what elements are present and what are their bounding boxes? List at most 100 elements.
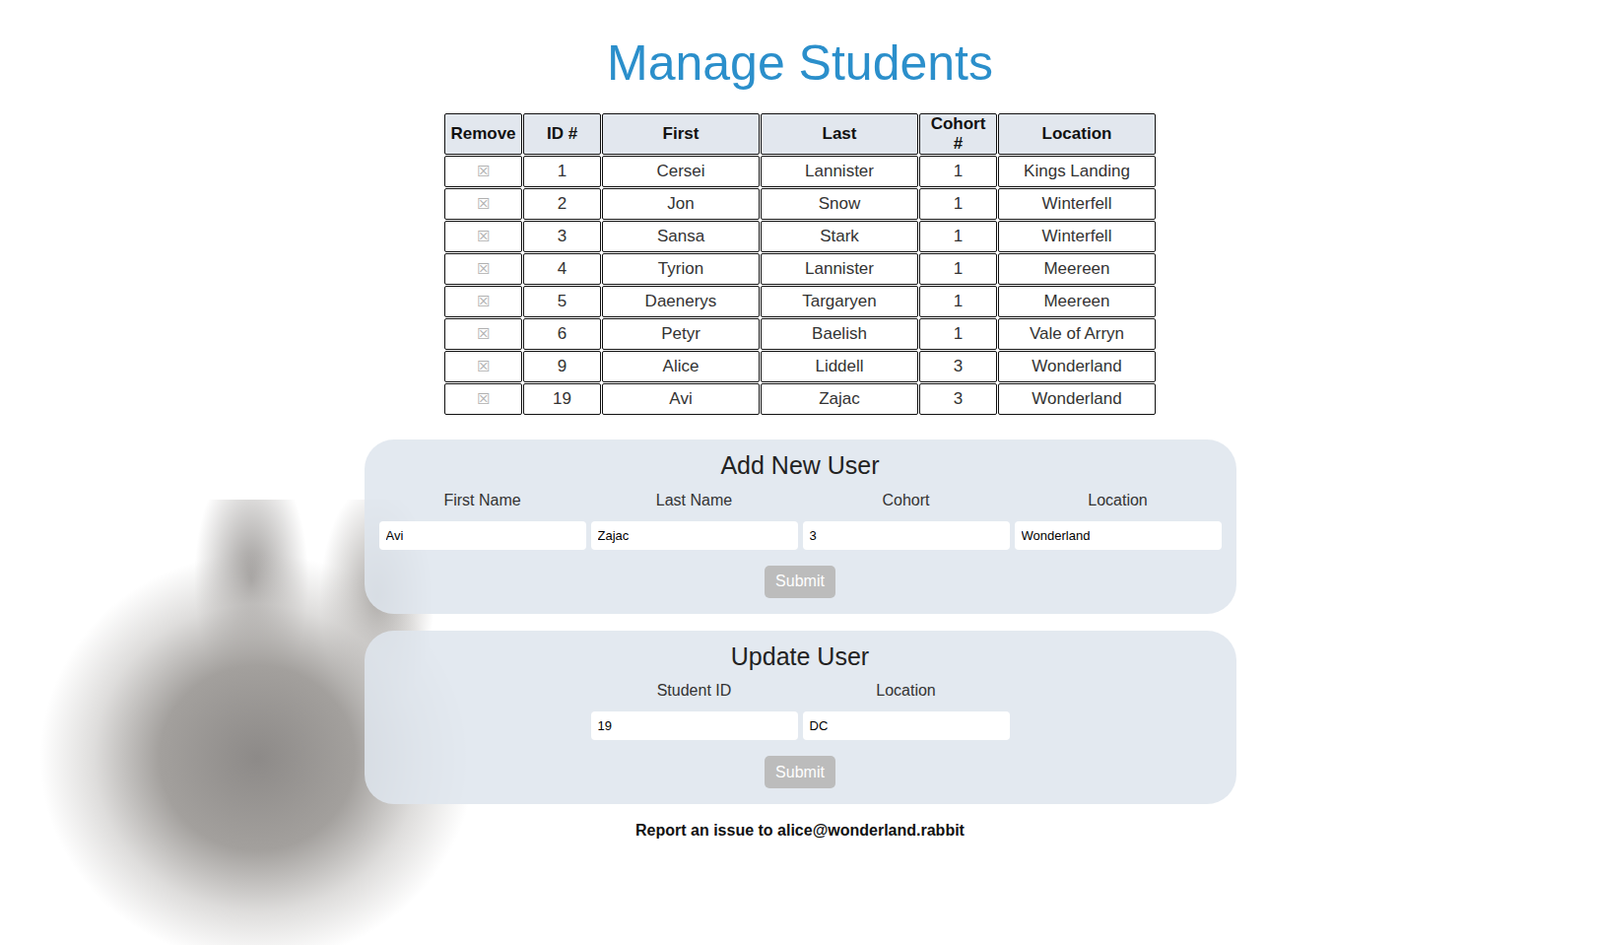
table-cell: 4	[523, 253, 601, 285]
table-cell: Snow	[760, 188, 919, 220]
table-cell: Baelish	[760, 318, 919, 350]
table-cell: Winterfell	[998, 188, 1156, 220]
field-input[interactable]	[1014, 521, 1222, 550]
field-input[interactable]	[379, 521, 587, 550]
table-row: ☒ 19AviZajac3Wonderland	[444, 383, 1156, 415]
remove-cell: ☒	[444, 318, 523, 350]
field-label: Last Name	[656, 489, 733, 512]
table-cell: Petyr	[601, 318, 760, 350]
field-row: First Name Last Name Cohort Location	[379, 489, 1222, 550]
header-row: RemoveID #FirstLastCohort #Location	[444, 113, 1156, 155]
table-cell: 3	[523, 220, 601, 253]
form-field: Last Name	[591, 489, 799, 550]
remove-cell: ☒	[444, 350, 523, 383]
form-field: Cohort	[802, 489, 1010, 550]
table-cell: Cersei	[601, 155, 760, 188]
table-cell: 1	[919, 253, 998, 285]
page: Manage StudentsRemoveID #FirstLastCohort…	[0, 0, 1600, 945]
table-row: ☒ 4TyrionLannister1Meereen	[444, 253, 1156, 285]
column-header: Remove	[444, 113, 523, 155]
remove-icon[interactable]: ☒	[476, 357, 490, 375]
remove-icon[interactable]: ☒	[476, 292, 490, 310]
remove-cell: ☒	[444, 188, 523, 220]
content: Manage StudentsRemoveID #FirstLastCohort…	[364, 0, 1237, 860]
table-row: ☒ 5DaenerysTargaryen1Meereen	[444, 285, 1156, 318]
table-cell: Sansa	[601, 220, 760, 253]
field-label: Cohort	[881, 489, 930, 512]
table-cell: Lannister	[760, 155, 919, 188]
table-cell: 2	[523, 188, 601, 220]
remove-icon[interactable]: ☒	[476, 325, 490, 342]
table-cell: Meereen	[998, 253, 1156, 285]
remove-cell: ☒	[444, 383, 523, 415]
column-header: Location	[998, 113, 1156, 155]
remove-icon[interactable]: ☒	[476, 195, 490, 212]
column-header: Last	[760, 113, 919, 155]
table-row: ☒ 2JonSnow1Winterfell	[444, 188, 1156, 220]
table-row: ☒ 6PetyrBaelish1Vale of Arryn	[444, 318, 1156, 350]
table-cell: Alice	[601, 350, 760, 383]
table-cell: Meereen	[998, 285, 1156, 318]
remove-icon[interactable]: ☒	[476, 227, 490, 245]
table-cell: Targaryen	[760, 285, 919, 318]
table-cell: 5	[523, 285, 601, 318]
table-cell: Liddell	[760, 350, 919, 383]
table-cell: Wonderland	[998, 383, 1156, 415]
panel-title: Add New User	[720, 449, 879, 482]
remove-cell: ☒	[444, 220, 523, 253]
field-input[interactable]	[802, 711, 1010, 740]
table-cell: Stark	[760, 220, 919, 253]
field-label: First Name	[443, 489, 521, 512]
field-label: Student ID	[657, 679, 733, 702]
form-field: Location	[802, 679, 1010, 740]
table-cell: 19	[523, 383, 601, 415]
submit-button[interactable]: Submit	[764, 565, 836, 599]
footer-text: Report an issue to alice@wonderland.rabb…	[635, 821, 965, 840]
field-input[interactable]	[591, 521, 799, 550]
table-cell: Tyrion	[601, 253, 760, 285]
field-label: Location	[1087, 489, 1148, 512]
table-cell: Avi	[601, 383, 760, 415]
remove-icon[interactable]: ☒	[476, 260, 490, 277]
table-cell: 1	[919, 155, 998, 188]
table-cell: 9	[523, 350, 601, 383]
table-cell: 3	[919, 383, 998, 415]
students-table: RemoveID #FirstLastCohort #Location☒1Cer…	[443, 112, 1157, 416]
submit-button[interactable]: Submit	[764, 755, 836, 789]
column-header: First	[601, 113, 760, 155]
field-label: Location	[875, 679, 936, 702]
remove-icon[interactable]: ☒	[476, 162, 490, 180]
table-cell: 1	[919, 285, 998, 318]
table-cell: Vale of Arryn	[998, 318, 1156, 350]
table-cell: Zajac	[760, 383, 919, 415]
table-cell: Daenerys	[601, 285, 760, 318]
form-field: Student ID	[591, 679, 799, 740]
table-cell: 1	[919, 188, 998, 220]
table-cell: 1	[919, 220, 998, 253]
field-input[interactable]	[591, 711, 799, 740]
table-cell: Jon	[601, 188, 760, 220]
form-field: First Name	[379, 489, 587, 550]
table-cell: Lannister	[760, 253, 919, 285]
remove-cell: ☒	[444, 285, 523, 318]
table-cell: Winterfell	[998, 220, 1156, 253]
remove-icon[interactable]: ☒	[476, 390, 490, 407]
table-cell: 1	[919, 318, 998, 350]
table-cell: 1	[523, 155, 601, 188]
update-user-panel: Update User Student ID Location Submit	[364, 630, 1237, 805]
table-row: ☒ 9AliceLiddell3Wonderland	[444, 350, 1156, 383]
page-title: Manage Students	[606, 33, 994, 93]
table-row: ☒1CerseiLannister1Kings Landing	[444, 155, 1156, 188]
table-cell: 6	[523, 318, 601, 350]
panel-title: Update User	[731, 640, 869, 673]
remove-cell: ☒	[444, 155, 523, 188]
form-field: Location	[1014, 489, 1222, 550]
field-input[interactable]	[802, 521, 1010, 550]
column-header: Cohort #	[919, 113, 998, 155]
table-cell: Wonderland	[998, 350, 1156, 383]
field-row: Student ID Location	[379, 679, 1222, 740]
table-cell: Kings Landing	[998, 155, 1156, 188]
remove-cell: ☒	[444, 253, 523, 285]
table-cell: 3	[919, 350, 998, 383]
column-header: ID #	[523, 113, 601, 155]
